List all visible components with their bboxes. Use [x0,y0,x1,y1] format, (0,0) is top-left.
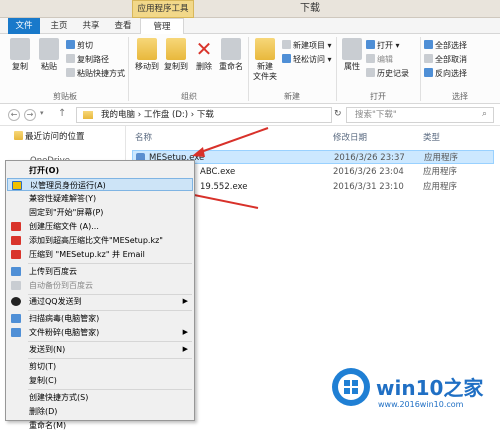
menu-item-send-via-qq[interactable]: 通过QQ发送到 ▶ [7,295,193,308]
pc-manager-shred-icon [11,328,21,337]
menu-send-qq-label: 通过QQ发送到 [29,297,82,306]
context-menu: 打开(O) 以管理员身份运行(A) 兼容性疑难解答(Y) 固定到"开始"屏幕(P… [5,160,195,430]
arrow-to-file [197,127,269,154]
baidu-cloud-icon [11,267,21,276]
menu-separator [28,263,192,264]
menu-send-to-label: 发送到(N) [29,345,66,354]
menu-item-add-to-kz[interactable]: 添加到超高压缩比文件"MESetup.kz" [7,234,193,247]
menu-archive-label: 创建压缩文件 (A)... [29,222,99,231]
menu-item-run-as-admin[interactable]: 以管理员身份运行(A) [7,178,193,191]
menu-separator [28,310,192,311]
menu-item-create-shortcut[interactable]: 创建快捷方式(S) [7,391,193,404]
uac-shield-icon [12,181,22,190]
menu-copy-label: 复制(C) [29,376,57,385]
menu-separator [28,358,192,359]
archive-add-icon [11,236,21,245]
menu-separator [28,389,192,390]
menu-run-as-admin-label: 以管理员身份运行(A) [30,181,106,190]
menu-item-create-archive[interactable]: 创建压缩文件 (A)... [7,220,193,233]
arrowhead-file [192,147,205,157]
menu-item-cut[interactable]: 剪切(T) [7,360,193,373]
menu-delete-label: 删除(D) [29,407,58,416]
baidu-backup-icon [11,281,21,290]
archive-icon [11,222,21,231]
menu-pin-label: 固定到"开始"屏幕(P) [29,208,104,217]
menu-add-kz-label: 添加到超高压缩比文件"MESetup.kz" [29,236,163,245]
qq-penguin-icon [11,297,21,306]
menu-item-upload-baidu[interactable]: 上传到百度云 [7,265,193,278]
submenu-arrow-icon: ▶ [182,297,188,305]
watermark: win10之家 www.2016win10.com [330,364,500,421]
submenu-arrow-icon: ▶ [182,345,188,353]
menu-item-file-shred[interactable]: 文件粉碎(电脑管家) ▶ [7,326,193,339]
menu-upload-baidu-label: 上传到百度云 [29,267,77,276]
watermark-url: www.2016win10.com [378,400,464,409]
menu-virus-scan-label: 扫描病毒(电脑管家) [29,314,100,323]
menu-open-label: 打开(O) [29,166,60,175]
submenu-arrow-icon: ▶ [182,328,188,336]
menu-item-compat-troubleshoot[interactable]: 兼容性疑难解答(Y) [7,192,193,205]
menu-create-shortcut-label: 创建快捷方式(S) [29,393,89,402]
archive-email-icon [11,250,21,259]
pc-manager-shield-icon [11,314,21,323]
menu-item-virus-scan[interactable]: 扫描病毒(电脑管家) [7,312,193,325]
menu-item-delete[interactable]: 删除(D) [7,405,193,418]
menu-item-pin-to-start[interactable]: 固定到"开始"屏幕(P) [7,206,193,219]
menu-compat-label: 兼容性疑难解答(Y) [29,194,97,203]
win10-logo-icon [332,368,370,406]
menu-rename-label: 重命名(M) [29,421,67,430]
watermark-brand: win10之家 [376,376,484,400]
menu-cut-label: 剪切(T) [29,362,57,371]
menu-auto-backup-label: 自动备份到百度云 [29,281,93,290]
menu-file-shred-label: 文件粉碎(电脑管家) [29,328,100,337]
menu-item-send-to[interactable]: 发送到(N) ▶ [7,343,193,356]
menu-separator [28,341,192,342]
menu-item-auto-backup-baidu[interactable]: 自动备份到百度云 [7,279,193,292]
menu-item-copy[interactable]: 复制(C) [7,374,193,387]
menu-item-compress-email[interactable]: 压缩到 "MESetup.kz" 并 Email [7,248,193,261]
menu-compress-email-label: 压缩到 "MESetup.kz" 并 Email [29,250,145,259]
menu-item-open[interactable]: 打开(O) [7,164,193,177]
